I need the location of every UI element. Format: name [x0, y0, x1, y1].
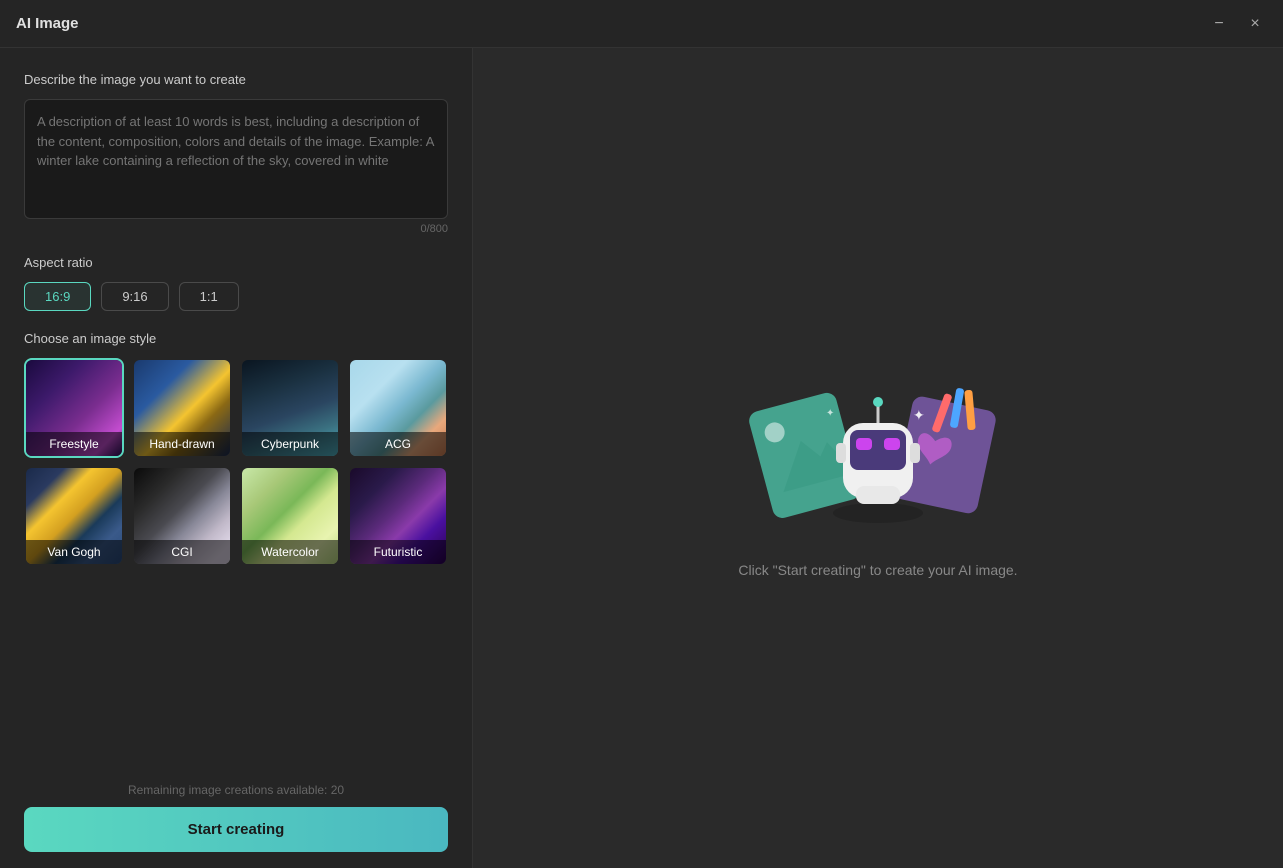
style-card-freestyle[interactable]: Freestyle	[24, 358, 124, 458]
style-label-cyberpunk: Cyberpunk	[242, 432, 338, 456]
aspect-btn-9-16[interactable]: 9:16	[101, 282, 168, 311]
aspect-ratio-label: Aspect ratio	[24, 255, 448, 270]
style-label-acg: ACG	[350, 432, 446, 456]
style-label: Choose an image style	[24, 331, 448, 346]
style-section: Choose an image style Freestyle Hand-dra…	[24, 331, 448, 566]
style-card-cgi[interactable]: CGI	[132, 466, 232, 566]
style-card-futuristic[interactable]: Futuristic	[348, 466, 448, 566]
window-controls: − ×	[1207, 12, 1267, 36]
start-creating-button[interactable]: Start creating	[24, 807, 448, 852]
ai-illustration: ✦ ✦	[738, 338, 1018, 538]
aspect-btn-1-1[interactable]: 1:1	[179, 282, 239, 311]
main-layout: Describe the image you want to create 0/…	[0, 48, 1283, 868]
svg-text:✦: ✦	[826, 408, 834, 419]
left-panel: Describe the image you want to create 0/…	[0, 48, 473, 868]
close-button[interactable]: ×	[1243, 12, 1267, 36]
style-card-cyberpunk[interactable]: Cyberpunk	[240, 358, 340, 458]
bottom-area: Remaining image creations available: 20 …	[24, 763, 448, 852]
remaining-text: Remaining image creations available: 20	[24, 783, 448, 797]
style-label-watercolor: Watercolor	[242, 540, 338, 564]
aspect-ratio-buttons: 16:9 9:16 1:1	[24, 282, 448, 311]
title-bar: AI Image − ×	[0, 0, 1283, 48]
minimize-button[interactable]: −	[1207, 12, 1231, 36]
aspect-ratio-section: Aspect ratio 16:9 9:16 1:1	[24, 255, 448, 311]
style-label-cgi: CGI	[134, 540, 230, 564]
preview-hint: Click "Start creating" to create your AI…	[738, 562, 1017, 578]
style-grid: Freestyle Hand-drawn Cyberpunk ACG Van G	[24, 358, 448, 566]
style-card-acg[interactable]: ACG	[348, 358, 448, 458]
style-card-handdrawn[interactable]: Hand-drawn	[132, 358, 232, 458]
style-card-watercolor[interactable]: Watercolor	[240, 466, 340, 566]
describe-label: Describe the image you want to create	[24, 72, 448, 87]
style-label-futuristic: Futuristic	[350, 540, 446, 564]
aspect-btn-16-9[interactable]: 16:9	[24, 282, 91, 311]
style-label-freestyle: Freestyle	[26, 432, 122, 456]
description-input[interactable]	[24, 99, 448, 219]
style-label-handdrawn: Hand-drawn	[134, 432, 230, 456]
right-panel: ✦ ✦ Click "Start creating" to create you…	[473, 48, 1283, 868]
window-title: AI Image	[16, 15, 79, 32]
svg-text:✦: ✦	[913, 407, 925, 423]
style-label-vangogh: Van Gogh	[26, 540, 122, 564]
char-count: 0/800	[24, 223, 448, 235]
style-card-vangogh[interactable]: Van Gogh	[24, 466, 124, 566]
